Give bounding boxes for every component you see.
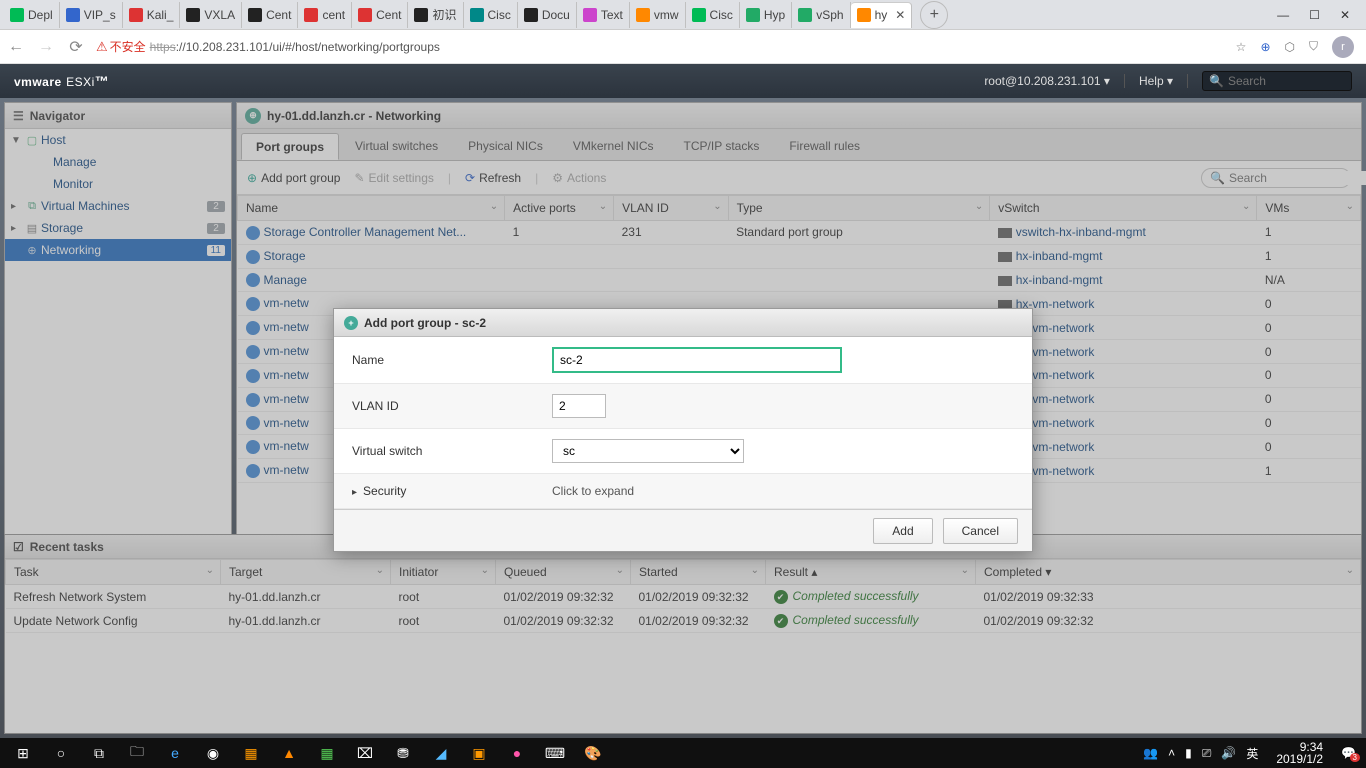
- url-field[interactable]: ⚠ 不安全 https://10.208.231.101/ui/#/host/n…: [96, 38, 1226, 55]
- insecure-badge: ⚠ 不安全: [96, 38, 146, 55]
- browser-tab[interactable]: VXLA: [180, 2, 242, 28]
- browser-tab[interactable]: vSph: [792, 2, 850, 28]
- chevron-right-icon: ▸: [352, 487, 357, 498]
- form-row-vlan: VLAN ID: [334, 384, 1032, 429]
- main-area: ☰ Navigator ▼▢Host Manage Monitor ▸⧉Virt…: [0, 98, 1366, 738]
- wireshark-icon[interactable]: ◢: [422, 738, 460, 768]
- vlan-label: VLAN ID: [352, 399, 552, 413]
- network-icon[interactable]: ⎚: [1202, 746, 1212, 761]
- reload-button[interactable]: ⟳: [66, 37, 86, 57]
- app-icon-4[interactable]: ▣: [460, 738, 498, 768]
- address-bar: ← → ⟳ ⚠ 不安全 https://10.208.231.101/ui/#/…: [0, 30, 1366, 64]
- notification-icon[interactable]: 💬3: [1341, 746, 1356, 760]
- chrome-icon[interactable]: ◉: [194, 738, 232, 768]
- taskview-icon[interactable]: ⧉: [80, 738, 118, 768]
- browser-tab[interactable]: Kali_: [123, 2, 181, 28]
- battery-icon[interactable]: ▮: [1185, 746, 1192, 760]
- volume-icon[interactable]: 🔊: [1221, 746, 1236, 760]
- app-icon[interactable]: ▦: [308, 738, 346, 768]
- cancel-button[interactable]: Cancel: [943, 518, 1018, 544]
- browser-tab[interactable]: Docu: [518, 2, 577, 28]
- browser-tab[interactable]: Hyp: [740, 2, 792, 28]
- esxi-header: vmware ESXi™ root@10.208.231.101 ▾ Help …: [0, 64, 1366, 98]
- global-search[interactable]: 🔍: [1202, 71, 1352, 91]
- close-button[interactable]: ✕: [1340, 8, 1350, 22]
- app-icon-5[interactable]: ●: [498, 738, 536, 768]
- user-menu[interactable]: root@10.208.231.101 ▾: [984, 74, 1125, 88]
- minimize-button[interactable]: —: [1277, 8, 1289, 22]
- browser-tab[interactable]: cent: [298, 2, 352, 28]
- pwa-icon[interactable]: ⊕: [1260, 40, 1270, 54]
- browser-tab[interactable]: vmw: [630, 2, 686, 28]
- vswitch-label: Virtual switch: [352, 444, 552, 458]
- browser-tab[interactable]: Cisc: [686, 2, 740, 28]
- app-icon-7[interactable]: 🎨: [574, 738, 612, 768]
- name-label: Name: [352, 353, 552, 367]
- app-icon-3[interactable]: ⛃: [384, 738, 422, 768]
- form-row-name: Name: [334, 337, 1032, 384]
- add-portgroup-dialog: + Add port group - sc-2 Name VLAN ID Vir…: [333, 308, 1033, 552]
- dialog-footer: Add Cancel: [334, 509, 1032, 551]
- ie-icon[interactable]: e: [156, 738, 194, 768]
- app-icon-2[interactable]: ⌧: [346, 738, 384, 768]
- name-input[interactable]: [552, 347, 842, 373]
- ime-indicator[interactable]: 英: [1246, 745, 1258, 762]
- browser-tab[interactable]: hy✕: [851, 2, 913, 28]
- forward-button[interactable]: →: [36, 38, 56, 56]
- security-label: Security: [363, 484, 406, 498]
- new-tab-button[interactable]: +: [920, 1, 948, 29]
- vmware-logo: vmware ESXi™: [14, 73, 109, 89]
- app-icon-6[interactable]: ⌨: [536, 738, 574, 768]
- browser-tab-strip: DeplVIP_sKali_VXLACentcentCent初识CiscDocu…: [0, 0, 1366, 30]
- browser-tab[interactable]: Depl: [4, 2, 60, 28]
- modal-overlay: + Add port group - sc-2 Name VLAN ID Vir…: [0, 98, 1366, 738]
- system-tray[interactable]: 👥 ˄ ▮ ⎚ 🔊 英 9:34 2019/1/2 💬3: [1143, 741, 1362, 765]
- clock[interactable]: 9:34 2019/1/2: [1268, 741, 1331, 765]
- expand-hint: Click to expand: [552, 484, 634, 498]
- help-menu[interactable]: Help ▾: [1139, 74, 1188, 88]
- bookmark-icon[interactable]: ☆: [1236, 40, 1247, 54]
- portgroup-icon: +: [344, 316, 358, 330]
- browser-tab[interactable]: 初识: [408, 2, 463, 28]
- browser-tab[interactable]: Cent: [242, 2, 298, 28]
- form-row-vswitch: Virtual switch sc: [334, 429, 1032, 474]
- chevron-up-icon[interactable]: ˄: [1168, 746, 1175, 760]
- start-button[interactable]: ⊞: [4, 738, 42, 768]
- extension-icon[interactable]: ⬡: [1285, 40, 1295, 54]
- close-tab-icon[interactable]: ✕: [895, 8, 905, 22]
- explorer-icon[interactable]: 🗀: [118, 738, 156, 768]
- profile-avatar[interactable]: r: [1332, 36, 1354, 58]
- dialog-title-bar[interactable]: + Add port group - sc-2: [334, 309, 1032, 337]
- global-search-input[interactable]: [1228, 74, 1366, 88]
- cortana-icon[interactable]: ○: [42, 738, 80, 768]
- browser-tab[interactable]: VIP_s: [60, 2, 123, 28]
- search-icon: 🔍: [1209, 74, 1224, 88]
- dialog-title: Add port group - sc-2: [364, 316, 486, 330]
- form-row-security[interactable]: ▸ Security Click to expand: [334, 474, 1032, 509]
- maximize-button[interactable]: ☐: [1309, 8, 1320, 22]
- add-button[interactable]: Add: [873, 518, 932, 544]
- people-icon[interactable]: 👥: [1143, 746, 1158, 760]
- browser-tab[interactable]: Cent: [352, 2, 408, 28]
- window-controls: — ☐ ✕: [1277, 8, 1362, 22]
- vlan-input[interactable]: [552, 394, 606, 418]
- browser-tab[interactable]: Text: [577, 2, 630, 28]
- back-button[interactable]: ←: [6, 38, 26, 56]
- browser-tab[interactable]: Cisc: [464, 2, 518, 28]
- windows-taskbar: ⊞ ○ ⧉ 🗀 e ◉ ▦ ▲ ▦ ⌧ ⛃ ◢ ▣ ● ⌨ 🎨 👥 ˄ ▮ ⎚ …: [0, 738, 1366, 768]
- sublime-icon[interactable]: ▦: [232, 738, 270, 768]
- shield-icon[interactable]: ⛉: [1309, 39, 1318, 54]
- vlc-icon[interactable]: ▲: [270, 738, 308, 768]
- vswitch-select[interactable]: sc: [552, 439, 744, 463]
